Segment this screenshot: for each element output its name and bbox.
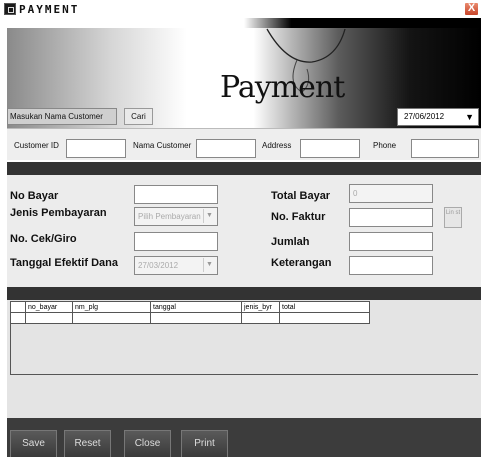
banner-top-strip xyxy=(7,18,481,28)
phone-field[interactable] xyxy=(411,139,479,158)
print-button[interactable]: Print xyxy=(181,430,228,457)
grid-border xyxy=(10,374,478,375)
address-field[interactable] xyxy=(300,139,360,158)
column-header[interactable]: jenis_byr xyxy=(241,301,280,313)
grid-border xyxy=(10,301,11,375)
total-bayar-label: Total Bayar xyxy=(271,190,331,202)
payment-grid-area: no_bayar nm_plg tanggal jenis_byr total xyxy=(7,300,481,418)
reset-button[interactable]: Reset xyxy=(64,430,111,457)
customer-info-row: Customer ID Nama Customer Address Phone xyxy=(7,128,481,160)
table-cell[interactable] xyxy=(241,312,280,324)
payment-logo: Payment xyxy=(220,70,345,105)
header-banner: Payment Masukan Nama Customer Cari 27/06… xyxy=(7,18,481,128)
address-label: Address xyxy=(262,141,292,150)
table-row[interactable] xyxy=(10,312,370,324)
customer-search-input[interactable]: Masukan Nama Customer xyxy=(7,108,117,125)
window-title: PAYMENT xyxy=(19,3,80,16)
column-header[interactable]: nm_plg xyxy=(72,301,151,313)
button-bar: Save Reset Close Print xyxy=(7,418,481,457)
close-icon: X xyxy=(467,2,476,14)
no-bayar-label: No Bayar xyxy=(10,190,59,202)
column-header[interactable]: tanggal xyxy=(150,301,242,313)
search-button[interactable]: Cari xyxy=(124,108,153,125)
close-button[interactable]: Close xyxy=(124,430,171,457)
tanggal-efektif-label: Tanggal Efektif Dana xyxy=(10,257,118,269)
close-window-button[interactable]: X xyxy=(464,2,479,16)
date-dropdown[interactable]: 27/06/2012 ▼ xyxy=(397,108,479,126)
table-cell[interactable] xyxy=(150,312,242,324)
no-faktur-label: No. Faktur xyxy=(271,211,326,223)
jenis-pembayaran-label: Jenis Pembayaran xyxy=(10,207,107,219)
chevron-down-icon[interactable]: ▼ xyxy=(465,109,474,125)
jumlah-label: Jumlah xyxy=(271,236,310,248)
save-button[interactable]: Save xyxy=(10,430,57,457)
keterangan-field[interactable] xyxy=(349,256,433,275)
keterangan-label: Keterangan xyxy=(271,257,332,269)
tanggal-efektif-select[interactable]: 27/03/2012 ▼ xyxy=(134,256,218,275)
column-header[interactable]: total xyxy=(279,301,370,313)
column-header[interactable]: no_bayar xyxy=(25,301,73,313)
no-bayar-field[interactable] xyxy=(134,185,218,204)
no-cek-giro-field[interactable] xyxy=(134,232,218,251)
chevron-down-icon: ▼ xyxy=(203,258,215,272)
payment-form: No Bayar Jenis Pembayaran Pilih Pembayar… xyxy=(7,175,481,287)
lin-st-button[interactable]: Lin st xyxy=(444,207,462,228)
table-cell[interactable] xyxy=(72,312,151,324)
customer-id-field[interactable] xyxy=(66,139,126,158)
jumlah-field[interactable] xyxy=(349,232,433,251)
customer-name-label: Nama Customer xyxy=(133,141,192,150)
payment-table[interactable]: no_bayar nm_plg tanggal jenis_byr total xyxy=(10,301,370,324)
phone-label: Phone xyxy=(373,141,397,150)
date-value: 27/06/2012 xyxy=(404,112,445,121)
no-faktur-field[interactable] xyxy=(349,208,433,227)
jenis-pembayaran-select[interactable]: Pilih Pembayaran ▼ xyxy=(134,207,218,226)
chevron-down-icon: ▼ xyxy=(203,209,215,223)
table-cell[interactable] xyxy=(279,312,370,324)
customer-name-field[interactable] xyxy=(196,139,256,158)
title-bar: PAYMENT X xyxy=(0,0,481,18)
total-bayar-field[interactable]: 0 xyxy=(349,184,433,203)
customer-id-label: Customer ID xyxy=(14,141,59,150)
row-selector-header xyxy=(10,301,26,313)
tanggal-efektif-value: 27/03/2012 xyxy=(138,261,179,270)
table-cell[interactable] xyxy=(25,312,73,324)
table-header-row: no_bayar nm_plg tanggal jenis_byr total xyxy=(10,301,370,313)
row-selector[interactable] xyxy=(10,312,26,324)
no-cek-giro-label: No. Cek/Giro xyxy=(10,233,77,245)
separator-bar xyxy=(7,162,481,175)
separator-bar xyxy=(7,287,481,300)
jenis-pembayaran-value: Pilih Pembayaran xyxy=(138,212,201,221)
app-icon xyxy=(4,3,16,15)
